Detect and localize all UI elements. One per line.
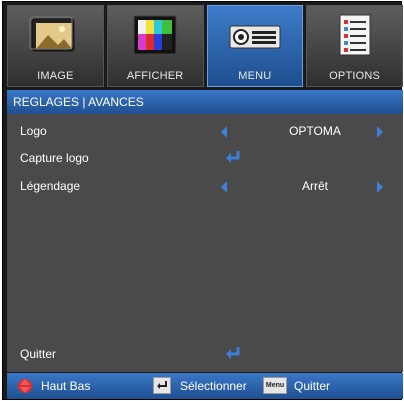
footer-quit-label: Quitter bbox=[294, 379, 331, 393]
options-icon bbox=[339, 14, 371, 56]
section-title: REGLAGES | AVANCES bbox=[7, 90, 403, 114]
settings-panel: Logo OPTOMA Capture logo Légendage Arrêt… bbox=[7, 114, 403, 372]
tab-options-label: OPTIONS bbox=[329, 70, 381, 82]
enter-icon[interactable] bbox=[225, 346, 241, 360]
image-icon bbox=[29, 16, 75, 52]
tab-options[interactable]: OPTIONS bbox=[306, 5, 403, 87]
tab-afficher[interactable]: AFFICHER bbox=[106, 5, 204, 87]
setting-value: OPTOMA bbox=[289, 124, 341, 138]
projector-menu-icon bbox=[229, 25, 281, 49]
arrow-right-icon[interactable] bbox=[377, 181, 383, 193]
setting-value: Arrêt bbox=[301, 179, 328, 193]
setting-row-logo[interactable]: Logo OPTOMA bbox=[7, 119, 403, 143]
setting-label: Légendage bbox=[20, 179, 81, 193]
menu-tabs: IMAGE AFFICHER MENU OPTIONS bbox=[7, 5, 403, 87]
arrow-left-icon[interactable] bbox=[221, 181, 227, 193]
tab-menu-label: MENU bbox=[238, 70, 272, 82]
arrow-right-icon[interactable] bbox=[377, 126, 383, 138]
tab-afficher-label: AFFICHER bbox=[126, 70, 184, 82]
setting-row-capture-logo[interactable]: Capture logo bbox=[7, 146, 403, 170]
setting-label: Capture logo bbox=[20, 151, 89, 165]
tab-image-label: IMAGE bbox=[37, 70, 74, 82]
arrow-left-icon[interactable] bbox=[221, 126, 227, 138]
menu-key-icon: Menu bbox=[263, 377, 287, 394]
display-icon bbox=[133, 15, 177, 55]
setting-row-quitter[interactable]: Quitter bbox=[7, 342, 403, 366]
tab-image[interactable]: IMAGE bbox=[7, 5, 104, 87]
setting-label: Logo bbox=[20, 124, 47, 138]
tab-menu[interactable]: MENU bbox=[206, 5, 304, 87]
enter-key-icon bbox=[153, 377, 171, 394]
setting-row-legendage[interactable]: Légendage Arrêt bbox=[7, 174, 403, 198]
enter-icon[interactable] bbox=[225, 150, 241, 164]
up-down-icon bbox=[18, 379, 32, 393]
footer-select-label: Sélectionner bbox=[180, 379, 247, 393]
quit-label: Quitter bbox=[20, 347, 57, 361]
footer-hints: Haut Bas Sélectionner Menu Quitter bbox=[7, 373, 403, 399]
osd-menu-window: IMAGE AFFICHER MENU OPTIONS REGLAGES | A… bbox=[2, 1, 403, 400]
footer-nav-label: Haut Bas bbox=[41, 379, 91, 393]
